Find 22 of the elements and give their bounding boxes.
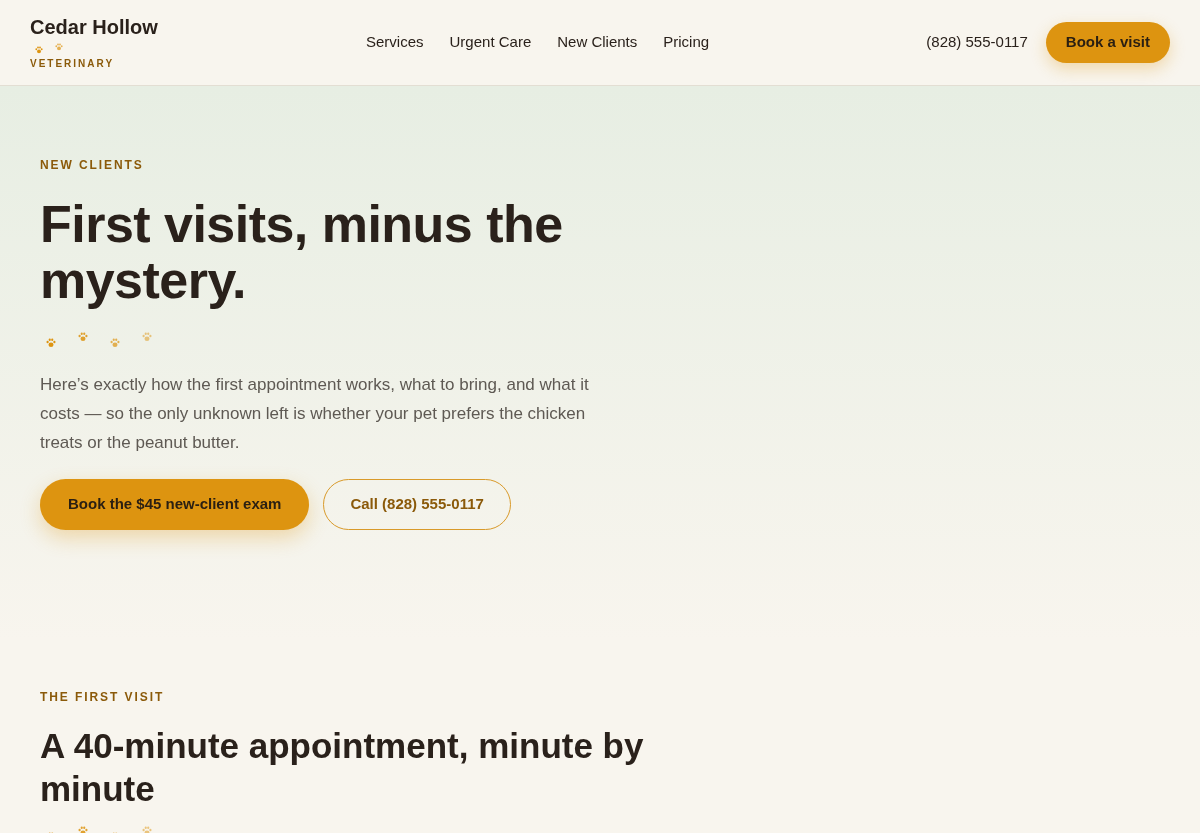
logo-name[interactable]: Cedar Hollow: [30, 14, 158, 39]
nav-link[interactable]: New Clients: [557, 31, 638, 54]
phone-link[interactable]: (828) 555-0117: [926, 31, 1028, 54]
book-exam-button[interactable]: Book the $45 new-client exam: [40, 479, 310, 530]
nav-link[interactable]: Services: [366, 31, 424, 54]
logo-tagline: VETERINARY: [30, 56, 115, 71]
nav-link[interactable]: Urgent Care: [449, 31, 532, 54]
hero-intro: Here’s exactly how the first appointment works, what to bring, and what it costs — so the only unknown left is whether your pet prefers the chicken treats or the peanut butter.: [40, 374, 590, 454]
nav-link[interactable]: Pricing: [663, 31, 710, 54]
section-headline: A 40-minute appointment, minute by minute: [40, 725, 645, 810]
paw-print-icon: [142, 826, 152, 833]
paw-print-icon: [35, 45, 43, 54]
paw-print-icon: [110, 338, 120, 348]
paw-print-icon: [55, 42, 63, 51]
paw-print-icon: [46, 338, 56, 348]
paw-print-icon: [142, 332, 152, 342]
paw-print-icon: [78, 332, 88, 342]
section-eyebrow: THE FIRST VISIT: [40, 690, 165, 704]
book-visit-button[interactable]: Book a visit: [1045, 22, 1170, 63]
section-eyebrow: NEW CLIENTS: [40, 158, 144, 172]
hero-headline: First visits, minus the mystery.: [40, 196, 564, 308]
paw-print-icon: [78, 826, 88, 833]
